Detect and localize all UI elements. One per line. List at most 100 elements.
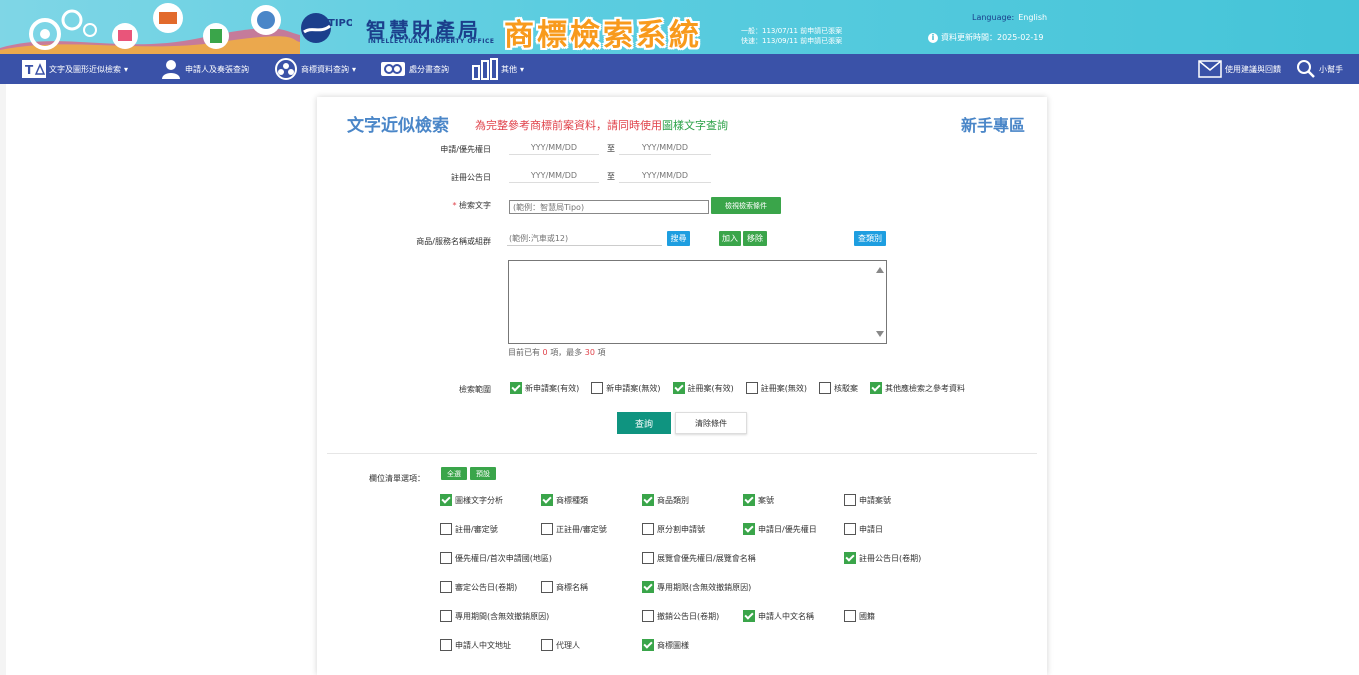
checkbox-empty-icon[interactable]	[844, 523, 856, 535]
scroll-up-icon[interactable]	[876, 267, 884, 273]
checkbox-label: 註冊案(有效)	[687, 383, 734, 393]
field-checkbox[interactable]: 商標種類	[541, 494, 588, 506]
apply-date-from[interactable]	[509, 141, 599, 155]
field-checkbox[interactable]: 代理人	[541, 639, 580, 651]
checkbox-checked-icon[interactable]	[672, 382, 685, 394]
checkbox-checked-icon[interactable]	[870, 382, 882, 394]
checkbox-empty-icon[interactable]	[541, 639, 553, 651]
search-options-button[interactable]: 檢視檢索條件	[711, 197, 781, 214]
goods-input[interactable]	[507, 232, 662, 246]
checkbox-label: 其他應檢索之參考資料	[885, 383, 965, 393]
checkbox-checked-icon[interactable]	[642, 639, 654, 651]
field-checkbox[interactable]: 正註冊/審定號	[541, 523, 607, 535]
reg-date-to[interactable]	[619, 169, 711, 183]
beginner-link[interactable]: 新手專區	[961, 112, 1025, 136]
checkbox-empty-icon[interactable]	[844, 494, 856, 506]
count-value: 0	[542, 348, 548, 357]
checkbox-checked-icon[interactable]	[743, 610, 755, 622]
nav-disposition-query[interactable]: 處分書查詢	[380, 54, 449, 84]
goods-list-box[interactable]	[508, 260, 887, 344]
checkbox-label: 代理人	[556, 640, 580, 650]
remove-button[interactable]: 移除	[743, 231, 767, 246]
default-button[interactable]: 預設	[470, 467, 496, 480]
checkbox-empty-icon[interactable]	[591, 382, 604, 394]
checkbox-empty-icon[interactable]	[819, 382, 831, 394]
notice-link[interactable]: 圖樣文字查詢	[662, 119, 728, 132]
category-button[interactable]: 查類別	[854, 231, 886, 246]
checkbox-checked-icon[interactable]	[440, 494, 452, 506]
checkbox-empty-icon[interactable]	[440, 639, 452, 651]
checkbox-empty-icon[interactable]	[642, 523, 654, 535]
apply-date-to[interactable]	[619, 141, 711, 155]
checkbox-label: 註冊案(無效)	[760, 383, 807, 393]
checkbox-checked-icon[interactable]	[642, 494, 654, 506]
scope-checkbox[interactable]: 新申請案(無效)	[591, 382, 661, 394]
checkbox-checked-icon[interactable]	[844, 552, 856, 564]
field-checkbox[interactable]: 商標圖樣	[642, 639, 689, 651]
nav-other[interactable]: 其他 ▾	[472, 54, 524, 84]
field-checkbox[interactable]: 申請人中文名稱	[743, 610, 814, 622]
checkbox-empty-icon[interactable]	[440, 523, 452, 535]
goods-search-button[interactable]: 搜尋	[667, 231, 690, 246]
select-all-button[interactable]: 全選	[441, 467, 467, 480]
data-updated: i 資料更新時間：2025-02-19	[928, 32, 1044, 43]
scope-checkbox[interactable]: 註冊案(有效)	[672, 382, 734, 394]
scope-checkbox[interactable]: 核駁案	[819, 382, 858, 394]
field-checkbox[interactable]: 撤銷公告日(卷期)	[642, 610, 719, 622]
nav-applicant-search[interactable]: 申請人及奏張查詢	[160, 54, 249, 84]
divider	[327, 453, 1037, 454]
scope-checkbox[interactable]: 註冊案(無效)	[745, 382, 807, 394]
filing-dates: 一般：113/07/11 前申請已張案 快速：113/09/11 前申請已張案	[741, 26, 842, 46]
add-button[interactable]: 加入	[719, 231, 741, 246]
field-checkbox[interactable]: 商品類別	[642, 494, 689, 506]
field-checkbox[interactable]: 優先權日/首次申請國(地區)	[440, 552, 552, 564]
field-checkbox[interactable]: 國籍	[844, 610, 875, 622]
page-title: 文字近似檢索	[347, 116, 449, 136]
checkbox-empty-icon[interactable]	[844, 610, 856, 622]
scope-checkbox[interactable]: 新申請案(有效)	[510, 382, 579, 394]
checkbox-empty-icon[interactable]	[642, 552, 654, 564]
field-checkbox[interactable]: 專用期間(含無效撤銷原因)	[440, 610, 549, 622]
field-checkbox[interactable]: 原分割申請號	[642, 523, 705, 535]
field-checkbox[interactable]: 審定公告日(卷期)	[440, 581, 517, 593]
checkbox-label: 申請日/優先權日	[758, 524, 817, 534]
checkbox-checked-icon[interactable]	[541, 494, 553, 506]
clear-button[interactable]: 清除條件	[675, 412, 747, 434]
scroll-down-icon[interactable]	[876, 331, 884, 337]
checkbox-checked-icon[interactable]	[510, 382, 522, 394]
field-checkbox[interactable]: 申請人中文地址	[440, 639, 511, 651]
checkbox-empty-icon[interactable]	[440, 552, 452, 564]
reg-date-from[interactable]	[509, 169, 599, 183]
field-checkbox[interactable]: 展覽會優先權日/展覽會名稱	[642, 552, 756, 564]
checkbox-empty-icon[interactable]	[541, 581, 553, 593]
search-text-input[interactable]	[509, 200, 709, 214]
checkbox-empty-icon[interactable]	[745, 382, 758, 394]
feedback-link[interactable]: 使用建議與回饋	[1198, 54, 1281, 84]
checkbox-checked-icon[interactable]	[743, 523, 755, 535]
field-checkbox[interactable]: 申請日/優先權日	[743, 523, 817, 535]
field-checkbox[interactable]: 註冊公告日(卷期)	[844, 552, 921, 564]
field-checkbox[interactable]: 專用期限(含無效撤銷原因)	[642, 581, 751, 593]
checkbox-checked-icon[interactable]	[642, 581, 654, 593]
nav-text-image-search[interactable]: T 文字及圖形近似檢索 ▾	[22, 54, 128, 84]
checkbox-label: 申請日	[859, 524, 883, 534]
field-checkbox[interactable]: 商標名稱	[541, 581, 588, 593]
checkbox-checked-icon[interactable]	[743, 494, 755, 506]
checkbox-empty-icon[interactable]	[440, 581, 452, 593]
nav-data-query[interactable]: 商標資料查詢 ▾	[274, 54, 356, 84]
goods-count: 目前已有 0 項，最多 30 項	[508, 347, 605, 358]
field-checkbox[interactable]: 案號	[743, 494, 774, 506]
query-button[interactable]: 查詢	[617, 412, 671, 434]
scope-checkbox[interactable]: 其他應檢索之參考資料	[870, 382, 965, 394]
field-checkbox[interactable]: 註冊/審定號	[440, 523, 498, 535]
field-checkbox[interactable]: 圖樣文字分析	[440, 494, 503, 506]
helper-link[interactable]: 小幫手	[1296, 54, 1343, 84]
language-english-link[interactable]: English	[1018, 13, 1047, 22]
feedback-label: 使用建議與回饋	[1225, 64, 1281, 74]
checkbox-empty-icon[interactable]	[642, 610, 654, 622]
field-checkbox[interactable]: 申請案號	[844, 494, 891, 506]
checkbox-empty-icon[interactable]	[541, 523, 553, 535]
checkbox-empty-icon[interactable]	[440, 610, 452, 622]
count-suffix: 項	[597, 348, 606, 357]
field-checkbox[interactable]: 申請日	[844, 523, 883, 535]
